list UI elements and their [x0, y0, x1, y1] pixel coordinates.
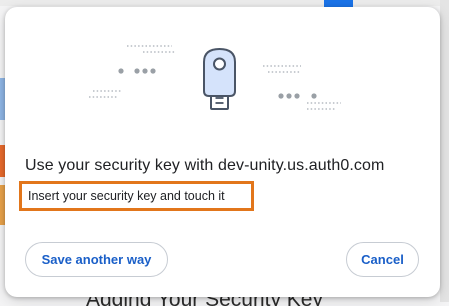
instruction-text: Insert your security key and touch it: [28, 189, 225, 203]
instruction-highlight: Insert your security key and touch it: [19, 181, 254, 211]
security-key-dialog: Use your security key with dev-unity.us.…: [5, 7, 440, 297]
dialog-title: Use your security key with dev-unity.us.…: [25, 157, 385, 174]
security-key-illustration: [89, 45, 341, 110]
background-right-edge: [440, 0, 449, 302]
security-key-icon: [203, 47, 236, 110]
cancel-button[interactable]: Cancel: [346, 242, 419, 277]
save-another-way-button[interactable]: Save another way: [25, 242, 168, 277]
background-top-bar: [0, 0, 449, 6]
